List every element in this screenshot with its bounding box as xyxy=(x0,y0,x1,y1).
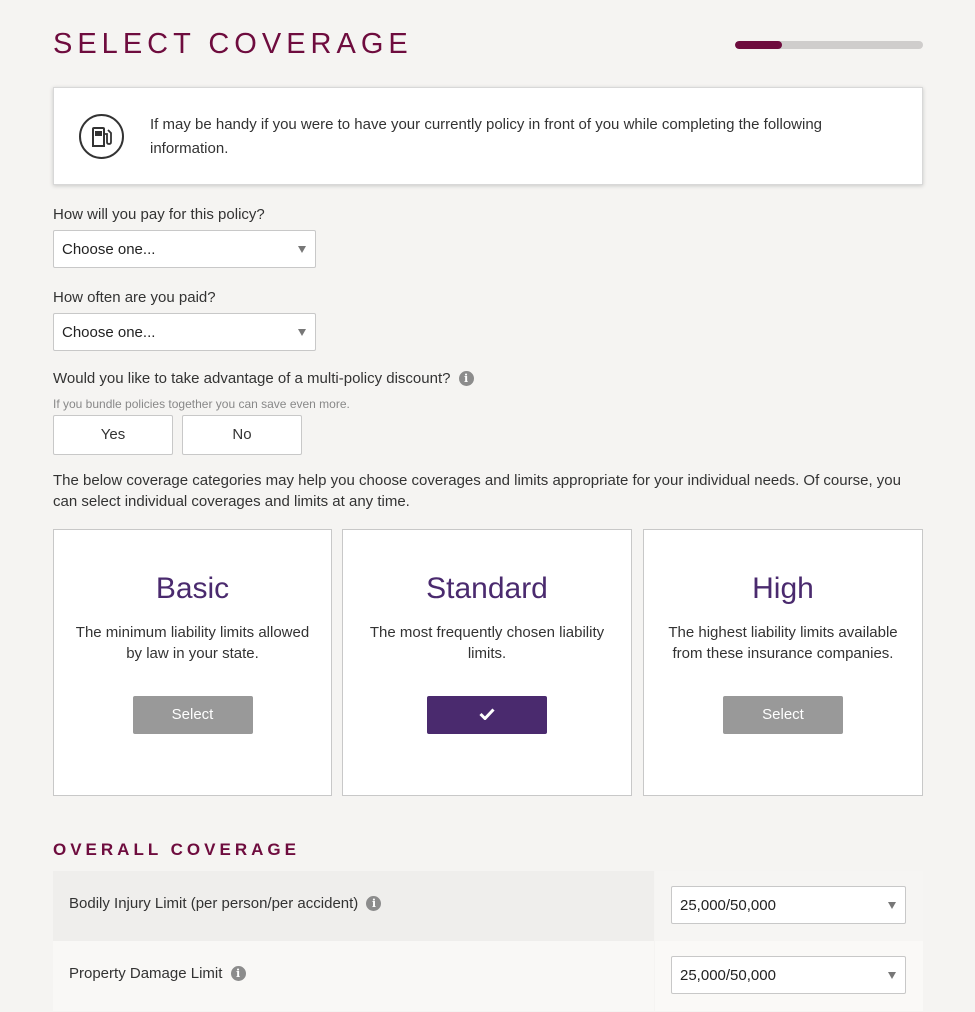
select-high-button[interactable]: Select xyxy=(723,696,843,734)
progress-fill xyxy=(735,41,782,49)
multi-policy-label: Would you like to take advantage of a mu… xyxy=(53,370,451,387)
payment-method-label: How will you pay for this policy? xyxy=(53,206,265,223)
plan-title: High xyxy=(752,572,814,605)
plan-description: The most frequently chosen liability lim… xyxy=(369,624,605,662)
pay-frequency-label: How often are you paid? xyxy=(53,289,216,306)
page-title: SELECT COVERAGE xyxy=(53,28,413,60)
plan-description: The highest liability limits available f… xyxy=(668,624,898,662)
caret-down-icon xyxy=(298,246,306,253)
info-icon[interactable]: i xyxy=(458,371,474,386)
coverage-row-label-cell: Bodily Injury Limit (per person/per acci… xyxy=(53,871,654,941)
coverage-row: Bodily Injury Limit (per person/per acci… xyxy=(53,871,923,941)
bodily-injury-value: 25,000/50,000 xyxy=(680,897,776,914)
property-damage-select[interactable]: 25,000/50,000 xyxy=(671,956,906,994)
info-notice: If may be handy if you were to have your… xyxy=(53,87,923,185)
payment-method-value: Choose one... xyxy=(62,241,156,258)
progress-bar xyxy=(735,41,923,49)
section-title: OVERALL COVERAGE xyxy=(53,840,300,859)
bodily-injury-select[interactable]: 25,000/50,000 xyxy=(671,886,906,924)
info-text: If may be handy if you were to have your… xyxy=(150,116,823,157)
plan-card-basic: Basic The minimum liability limits allow… xyxy=(53,529,332,796)
payment-method-select[interactable]: Choose one... xyxy=(53,230,316,268)
info-icon[interactable]: i xyxy=(366,896,382,911)
caret-down-icon xyxy=(298,329,306,336)
plan-title: Standard xyxy=(426,572,548,605)
multi-policy-hint: If you bundle policies together you can … xyxy=(53,397,350,411)
gas-pump-icon xyxy=(79,114,124,159)
coverage-row-control-cell: 25,000/50,000 xyxy=(655,941,923,1011)
coverage-row-control-cell: 25,000/50,000 xyxy=(655,871,923,941)
caret-down-icon xyxy=(888,972,896,979)
coverage-row: Property Damage Limit i 25,000/50,000 xyxy=(53,941,923,1011)
plan-description: The minimum liability limits allowed by … xyxy=(75,624,310,662)
multi-policy-yes-button[interactable]: Yes xyxy=(53,415,173,455)
coverage-intro: The below coverage categories may help y… xyxy=(53,472,901,510)
info-icon[interactable]: i xyxy=(230,966,246,981)
plan-card-standard: Standard The most frequently chosen liab… xyxy=(342,529,632,796)
plan-card-high: High The highest liability limits availa… xyxy=(643,529,923,796)
bodily-injury-label: Bodily Injury Limit (per person/per acci… xyxy=(69,895,359,912)
multi-policy-no-button[interactable]: No xyxy=(182,415,302,455)
pay-frequency-select[interactable]: Choose one... xyxy=(53,313,316,351)
checkmark-icon xyxy=(479,708,495,721)
select-basic-button[interactable]: Select xyxy=(132,696,253,734)
property-damage-value: 25,000/50,000 xyxy=(680,967,776,984)
select-standard-button[interactable] xyxy=(427,696,547,734)
caret-down-icon xyxy=(888,902,896,909)
plan-title: Basic xyxy=(155,572,230,605)
property-damage-label: Property Damage Limit xyxy=(69,965,223,982)
pay-frequency-value: Choose one... xyxy=(62,324,156,341)
multi-policy-question: Would you like to take advantage of a mu… xyxy=(53,370,474,387)
coverage-row-label-cell: Property Damage Limit i xyxy=(53,941,654,1011)
